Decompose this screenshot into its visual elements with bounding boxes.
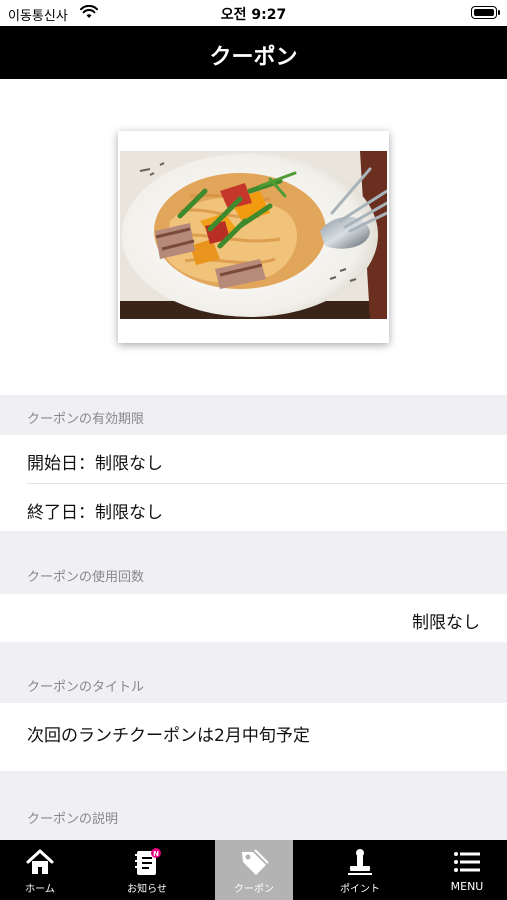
page-title: クーポン [209, 45, 298, 70]
usage-value: 制限なし [412, 613, 480, 633]
validity-section-header: クーポンの有効期限 [0, 395, 507, 435]
status-time: 오전 9:27 [220, 7, 287, 23]
navigation-bar: クーポン [0, 26, 507, 79]
usage-row: 制限なし [0, 594, 507, 642]
tab-home-label: ホーム [25, 884, 55, 895]
tab-point-label: ポイント [340, 884, 380, 895]
tab-news-label: お知らせ [127, 884, 167, 895]
coupon-photo [120, 151, 387, 319]
status-bar: 이동통신사 오전 9:27 [0, 0, 507, 26]
coupon-title-value: 次回のランチクーポンは2月中旬予定 [27, 726, 310, 746]
notebook-icon: N [135, 848, 161, 875]
menu-icon [454, 852, 480, 872]
stamp-icon [348, 849, 372, 875]
tab-menu[interactable]: MENU [429, 840, 505, 900]
battery-icon [471, 6, 500, 19]
coupon-title-label: クーポンのタイトル [27, 680, 145, 695]
validity-end-row: 終了日：制限なし [0, 484, 507, 531]
title-section-header: クーポンのタイトル [0, 642, 507, 703]
validity-start-text: 開始日：制限なし [27, 454, 163, 474]
tab-home[interactable]: ホーム [2, 840, 78, 900]
validity-start-row: 開始日：制限なし [0, 435, 507, 483]
tab-news[interactable]: N お知らせ [109, 840, 185, 900]
coupon-title-row: 次回のランチクーポンは2月中旬予定 [0, 703, 507, 771]
tab-coupon-label: クーポン [234, 884, 274, 895]
tag-icon [242, 849, 269, 875]
description-section-header: クーポンの説明 [0, 771, 507, 840]
usage-label: クーポンの使用回数 [27, 570, 145, 585]
coupon-detail-scroll[interactable]: クーポンの有効期限 開始日：制限なし 終了日：制限なし クーポンの使用回数 制限… [0, 79, 507, 840]
coupon-photo-frame [118, 131, 389, 343]
news-badge: N [153, 850, 159, 858]
validity-end-text: 終了日：制限なし [27, 503, 163, 523]
validity-label: クーポンの有効期限 [27, 412, 145, 427]
tab-bar: ホーム N お知らせ クーポン ポイント MENU [0, 840, 507, 900]
usage-section-header: クーポンの使用回数 [0, 531, 507, 594]
home-icon [26, 849, 54, 874]
tab-coupon[interactable]: クーポン [215, 840, 293, 900]
description-label: クーポンの説明 [27, 812, 119, 827]
tab-menu-label: MENU [450, 880, 484, 893]
tab-point[interactable]: ポイント [322, 840, 398, 900]
